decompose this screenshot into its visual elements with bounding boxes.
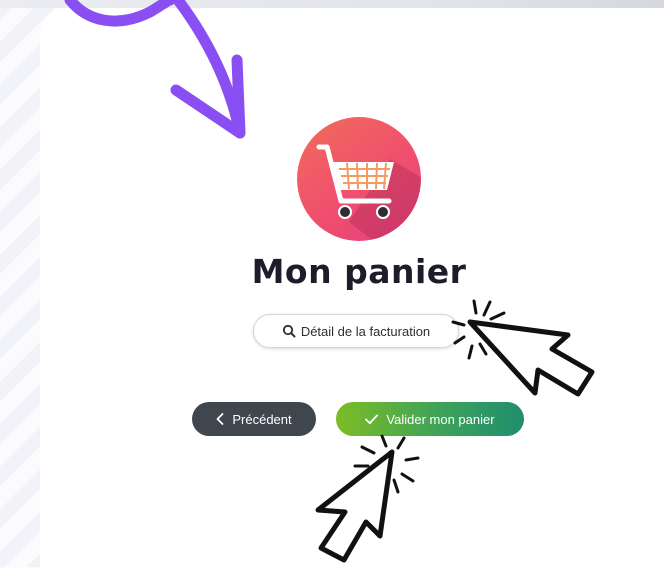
cursor-pointer-validate bbox=[315, 434, 420, 563]
